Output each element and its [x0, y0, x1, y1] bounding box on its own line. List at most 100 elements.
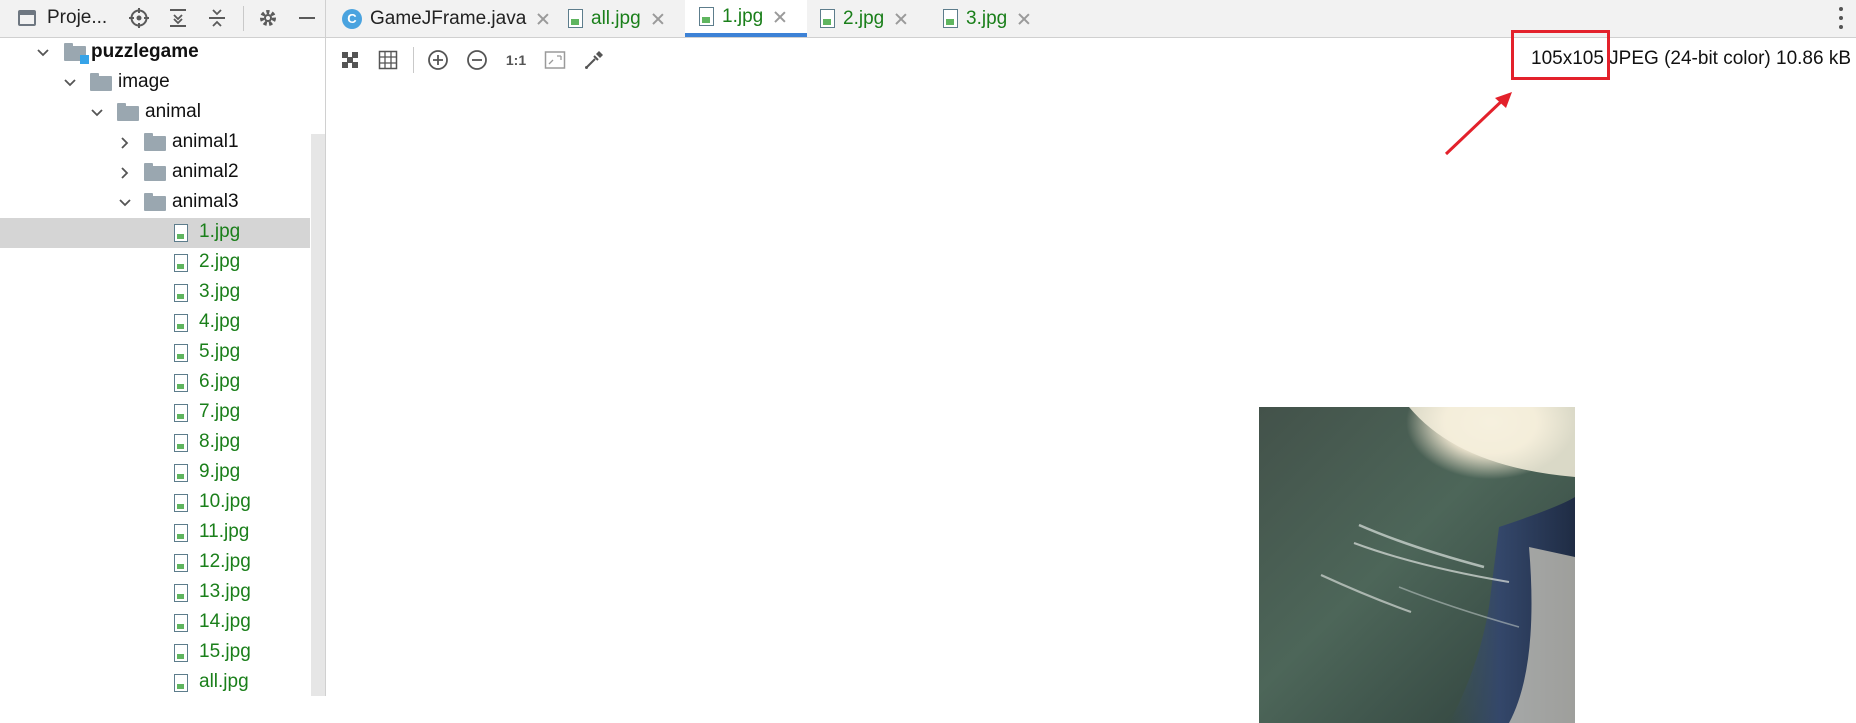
chevron-right-icon[interactable] — [118, 166, 132, 180]
locate-icon[interactable] — [127, 6, 151, 30]
tree-file-label: 5.jpg — [199, 341, 241, 362]
chevron-down-icon[interactable] — [63, 76, 77, 90]
tree-file-item[interactable]: 12.jpg — [0, 548, 310, 578]
chevron-down-icon[interactable] — [36, 46, 50, 60]
chevron-right-icon[interactable] — [118, 136, 132, 150]
image-file-icon — [699, 7, 714, 26]
project-tree: puzzlegame image animal animal1 animal2 … — [0, 38, 326, 696]
close-icon[interactable] — [773, 10, 787, 24]
close-icon[interactable] — [894, 12, 908, 26]
tree-node-image[interactable]: image — [0, 68, 310, 98]
tree-file-item[interactable]: 1.jpg — [0, 218, 310, 248]
image-file-icon — [943, 9, 958, 28]
tree-node-animal[interactable]: animal — [0, 98, 310, 128]
tree-file-label: 2.jpg — [199, 251, 241, 272]
image-file-icon — [174, 284, 188, 302]
tree-node-puzzlegame[interactable]: puzzlegame — [0, 38, 310, 68]
chevron-down-icon[interactable] — [118, 196, 132, 210]
project-panel-title[interactable]: Proje... — [47, 7, 107, 29]
expand-all-icon[interactable] — [166, 6, 190, 30]
tree-file-label: 3.jpg — [199, 281, 241, 302]
image-file-icon — [820, 9, 835, 28]
tab-label: 1.jpg — [722, 5, 764, 27]
tree-file-label: 13.jpg — [199, 581, 251, 602]
tree-label: image — [118, 71, 170, 92]
chevron-down-icon[interactable] — [90, 106, 104, 120]
tab-gameframe-java[interactable]: C GameJFrame.java — [334, 0, 556, 37]
image-file-icon — [174, 464, 188, 482]
tree-label: puzzlegame — [91, 41, 199, 62]
folder-icon — [144, 133, 166, 151]
tree-node-animal1[interactable]: animal1 — [0, 128, 310, 158]
tree-node-animal2[interactable]: animal2 — [0, 158, 310, 188]
image-file-icon — [174, 494, 188, 512]
tree-file-label: all.jpg — [199, 671, 249, 692]
image-file-icon — [174, 614, 188, 632]
annotation-highlight-box — [1511, 30, 1610, 80]
image-viewer-toolbar: 1:1 105x105 JPEG (24-bit color) 10.86 kB — [327, 38, 1856, 82]
tree-file-item[interactable]: 13.jpg — [0, 578, 310, 608]
tree-file-label: 7.jpg — [199, 401, 241, 422]
fit-window-icon[interactable] — [542, 47, 568, 73]
tab-label: all.jpg — [591, 7, 641, 29]
image-file-icon — [174, 524, 188, 542]
tree-file-item[interactable]: 11.jpg — [0, 518, 310, 548]
image-file-icon — [174, 344, 188, 362]
tree-file-item[interactable]: 5.jpg — [0, 338, 310, 368]
tab-all-jpg[interactable]: all.jpg — [560, 0, 682, 37]
tree-file-label: 10.jpg — [199, 491, 251, 512]
tree-file-item[interactable]: 14.jpg — [0, 608, 310, 638]
header-separator — [243, 6, 244, 31]
tab-label: 2.jpg — [843, 7, 885, 29]
tree-file-item[interactable]: 10.jpg — [0, 488, 310, 518]
image-file-icon — [174, 254, 188, 272]
java-class-icon: C — [342, 8, 362, 29]
folder-icon — [144, 163, 166, 181]
close-icon[interactable] — [536, 12, 550, 26]
tree-scrollbar[interactable] — [311, 134, 325, 696]
folder-icon — [144, 193, 166, 211]
more-options-icon[interactable] — [1838, 7, 1844, 29]
tree-label: animal3 — [172, 191, 239, 212]
tree-file-label: 8.jpg — [199, 431, 241, 452]
zoom-in-icon[interactable] — [425, 47, 451, 73]
fit-icon[interactable] — [337, 47, 363, 73]
tree-file-item[interactable]: all.jpg — [0, 668, 310, 696]
color-picker-icon[interactable] — [581, 47, 607, 73]
image-viewer: 1:1 105x105 JPEG (24-bit color) 10.86 kB — [327, 38, 1856, 723]
zoom-out-icon[interactable] — [464, 47, 490, 73]
actual-size-label: 1:1 — [505, 52, 527, 68]
annotation-arrow — [1444, 92, 1512, 156]
image-file-icon — [174, 404, 188, 422]
actual-size-button[interactable]: 1:1 — [503, 47, 529, 73]
tree-node-animal3[interactable]: animal3 — [0, 188, 310, 218]
tab-3-jpg[interactable]: 3.jpg — [935, 0, 1053, 37]
tree-file-item[interactable]: 4.jpg — [0, 308, 310, 338]
tree-file-label: 6.jpg — [199, 371, 241, 392]
gear-icon[interactable] — [256, 6, 280, 30]
image-file-icon — [174, 674, 188, 692]
tree-file-item[interactable]: 9.jpg — [0, 458, 310, 488]
image-file-icon — [568, 9, 583, 28]
tab-2-jpg[interactable]: 2.jpg — [812, 0, 930, 37]
collapse-all-icon[interactable] — [205, 6, 229, 30]
tree-label: animal — [145, 101, 201, 122]
grid-icon[interactable] — [375, 47, 401, 73]
tree-file-item[interactable]: 15.jpg — [0, 638, 310, 668]
image-file-icon — [174, 314, 188, 332]
image-file-icon — [174, 224, 188, 242]
tree-file-item[interactable]: 2.jpg — [0, 248, 310, 278]
image-preview — [1259, 407, 1575, 723]
close-icon[interactable] — [651, 12, 665, 26]
tree-file-label: 9.jpg — [199, 461, 241, 482]
toolbar-separator — [413, 47, 414, 73]
tab-1-jpg[interactable]: 1.jpg — [685, 0, 807, 37]
close-icon[interactable] — [1017, 12, 1031, 26]
tree-file-item[interactable]: 8.jpg — [0, 428, 310, 458]
tree-file-item[interactable]: 7.jpg — [0, 398, 310, 428]
minimize-icon[interactable] — [295, 6, 319, 30]
tree-file-item[interactable]: 6.jpg — [0, 368, 310, 398]
tree-file-item[interactable]: 3.jpg — [0, 278, 310, 308]
image-file-icon — [174, 554, 188, 572]
folder-icon — [117, 103, 139, 121]
